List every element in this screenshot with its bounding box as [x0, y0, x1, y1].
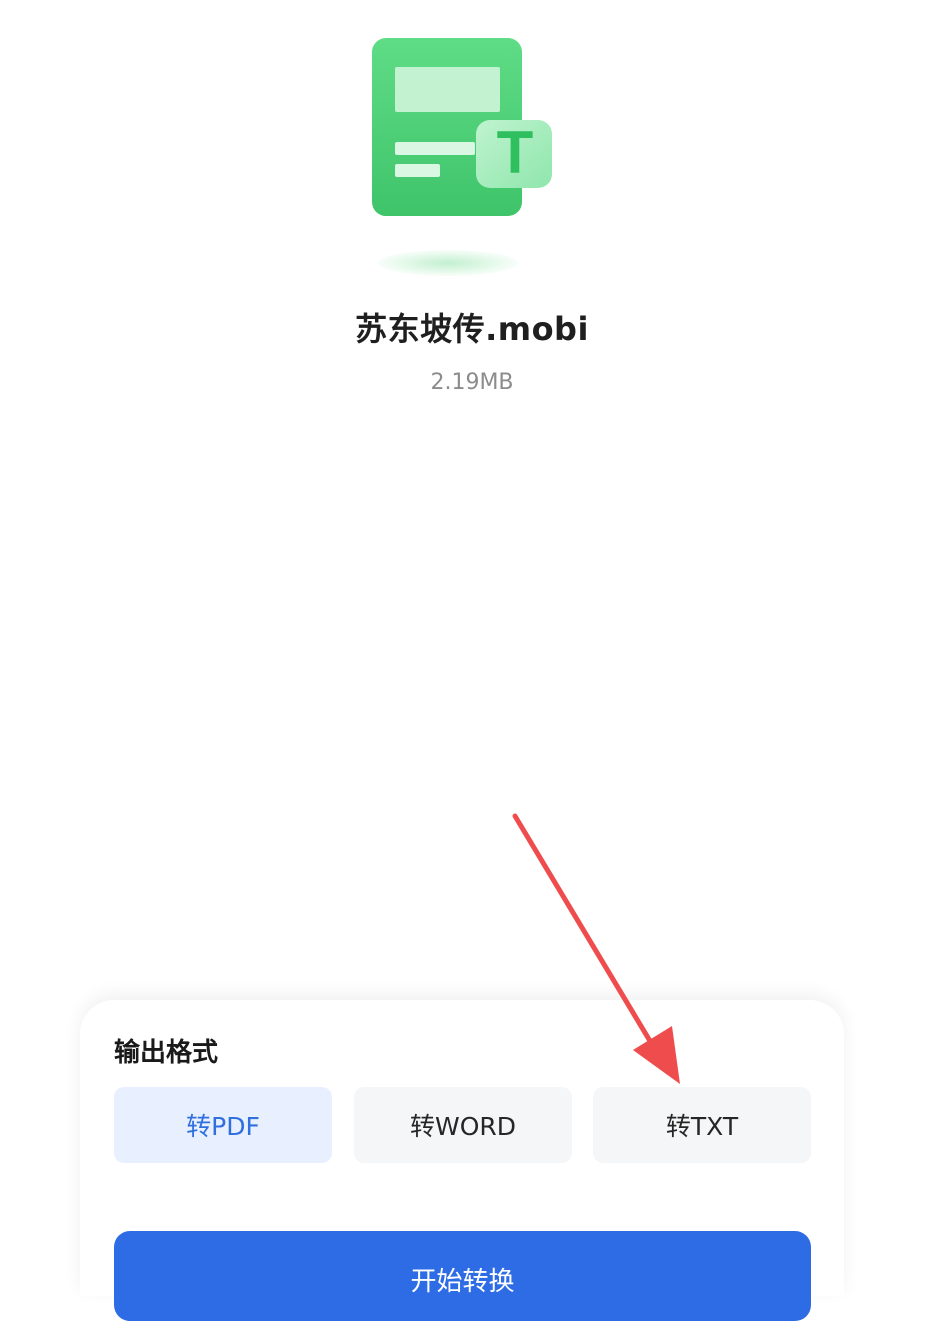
file-name: 苏东坡传.mobi	[355, 310, 589, 348]
format-option-label: 转PDF	[186, 1112, 260, 1141]
file-size: 2.19MB	[430, 370, 514, 395]
format-option-word[interactable]: 转WORD	[354, 1087, 572, 1163]
icon-shadow	[378, 250, 518, 276]
format-option-label: 转TXT	[665, 1112, 739, 1141]
format-option-pdf[interactable]: 转PDF	[114, 1087, 332, 1163]
start-convert-label: 开始转换	[410, 1267, 515, 1297]
format-option-txt[interactable]: 转TXT	[593, 1087, 811, 1163]
format-option-label: 转WORD	[409, 1112, 517, 1141]
start-convert-button[interactable]: 开始转换	[114, 1231, 811, 1321]
file-icon: T	[360, 30, 570, 276]
badge-letter: T	[496, 119, 534, 186]
output-format-title: 输出格式	[114, 1038, 219, 1068]
